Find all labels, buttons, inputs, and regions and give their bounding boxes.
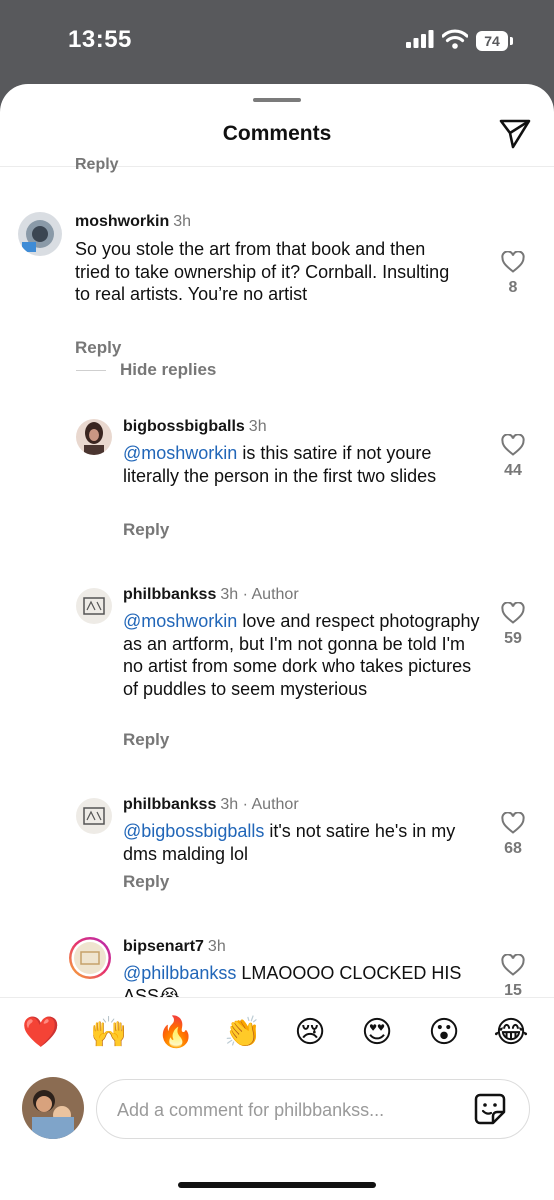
- avatar[interactable]: [76, 588, 112, 624]
- hide-replies-label: Hide replies: [120, 360, 217, 379]
- sheet-grabber[interactable]: [253, 98, 301, 102]
- comment-header: philbbankss 3h · Author: [123, 796, 299, 814]
- avatar[interactable]: [76, 798, 112, 834]
- author-badge: · Author: [242, 586, 299, 603]
- emoji-raised-hands[interactable]: 🙌: [89, 1016, 129, 1050]
- emoji-heart[interactable]: ❤️: [21, 1016, 61, 1050]
- heart-icon: [501, 602, 525, 624]
- comment-header: bipsenart7 3h: [123, 938, 226, 956]
- hide-replies-button[interactable]: Hide replies: [76, 360, 216, 380]
- share-icon[interactable]: [498, 116, 532, 150]
- comment-text: @philbbankss LMAOOOO CLOCKED HIS ASS😭: [123, 962, 483, 997]
- heart-icon: [501, 434, 525, 456]
- sheet-title: Comments: [222, 122, 332, 145]
- comment-username[interactable]: bipsenart7: [123, 938, 204, 955]
- comment-username[interactable]: philbbankss: [123, 796, 216, 813]
- comment-time: 3h: [173, 213, 192, 230]
- battery-indicator: 74: [476, 31, 513, 51]
- signal-icon: [406, 29, 434, 53]
- comment-username[interactable]: moshworkin: [75, 213, 169, 230]
- comment-header: philbbankss 3h · Author: [123, 586, 299, 604]
- reply-button[interactable]: Reply: [75, 338, 121, 358]
- emoji-laughing[interactable]: 😂: [491, 1016, 531, 1050]
- like-count: 59: [504, 630, 522, 647]
- like-button[interactable]: 44: [498, 434, 528, 480]
- mention-link[interactable]: @moshworkin: [123, 443, 237, 463]
- status-time: 13:55: [68, 26, 132, 53]
- emoji-crying[interactable]: 😢: [290, 1016, 330, 1050]
- emoji-fire[interactable]: 🔥: [156, 1016, 196, 1050]
- comment-header: bigbossbigballs 3h: [123, 418, 267, 436]
- my-avatar[interactable]: [22, 1077, 84, 1139]
- heart-icon: [501, 251, 525, 273]
- heart-icon: [501, 812, 525, 834]
- like-count: 68: [504, 840, 522, 857]
- comments-list[interactable]: Reply moshworkin 3h So you stole the art …: [0, 154, 554, 997]
- like-count: 8: [508, 279, 518, 296]
- mention-link[interactable]: @bigbossbigballs: [123, 821, 264, 841]
- emoji-reaction-bar: ❤️ 🙌 🔥 👏 😢 😍 😮 😂: [0, 997, 554, 1074]
- avatar[interactable]: [76, 419, 112, 455]
- comment-username[interactable]: bigbossbigballs: [123, 418, 245, 435]
- comment-time: 3h: [220, 796, 239, 813]
- comment-text: @moshworkin is this satire if not youre …: [123, 442, 483, 487]
- comment-text: @moshworkin love and respect photography…: [123, 610, 483, 700]
- comment-header: moshworkin 3h: [75, 213, 191, 231]
- comment-time: 3h: [248, 418, 267, 435]
- author-badge: · Author: [242, 796, 299, 813]
- comment-composer[interactable]: [96, 1079, 530, 1140]
- comment-time: 3h: [220, 586, 239, 603]
- comment-text: So you stole the art from that book and …: [75, 238, 465, 306]
- emoji-surprised[interactable]: 😮: [424, 1016, 464, 1050]
- heart-icon: [501, 954, 525, 976]
- avatar[interactable]: [68, 936, 112, 980]
- sticker-icon[interactable]: [473, 1092, 507, 1126]
- emoji-clap[interactable]: 👏: [223, 1016, 263, 1050]
- comment-input[interactable]: [115, 1080, 449, 1140]
- hide-replies-line: [76, 369, 106, 371]
- wifi-icon: [441, 28, 469, 54]
- reply-button[interactable]: Reply: [75, 156, 119, 174]
- mention-link[interactable]: @moshworkin: [123, 611, 237, 631]
- comment-time: 3h: [207, 938, 226, 955]
- comment-text: @bigbossbigballs it's not satire he's in…: [123, 820, 483, 865]
- status-bar: 13:55 74: [0, 0, 554, 84]
- status-icons: 74: [406, 28, 513, 54]
- reply-button[interactable]: Reply: [123, 520, 169, 540]
- home-indicator[interactable]: [178, 1182, 376, 1188]
- emoji-heart-eyes[interactable]: 😍: [357, 1016, 397, 1050]
- like-button[interactable]: 8: [498, 251, 528, 297]
- like-button[interactable]: 68: [498, 812, 528, 858]
- comment-body: So you stole the art from that book and …: [75, 239, 450, 304]
- like-count: 44: [504, 462, 522, 479]
- avatar[interactable]: [18, 212, 62, 256]
- like-button[interactable]: 15: [498, 954, 528, 997]
- like-button[interactable]: 59: [498, 602, 528, 648]
- like-count: 15: [504, 982, 522, 997]
- reply-button[interactable]: Reply: [123, 872, 169, 892]
- mention-link[interactable]: @philbbankss: [123, 963, 236, 983]
- comments-sheet: Comments Reply moshworkin 3h So you stol…: [0, 84, 554, 1200]
- reply-button[interactable]: Reply: [123, 730, 169, 750]
- comment-username[interactable]: philbbankss: [123, 586, 216, 603]
